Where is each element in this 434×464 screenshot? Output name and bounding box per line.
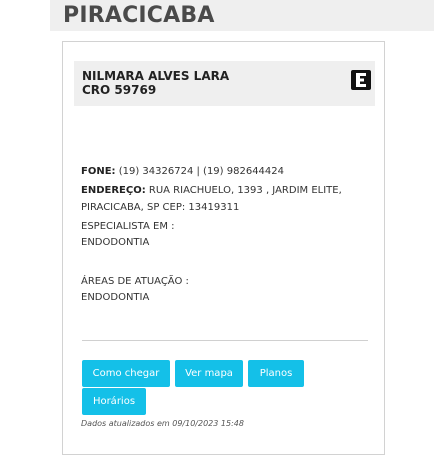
specialist-label: ESPECIALISTA EM : [81,221,175,232]
phone-row: FONE: (19) 34326724 | (19) 982644424 [81,164,284,180]
areas-label: ÁREAS DE ATUAÇÃO : [81,276,189,287]
city-header: PIRACICABA [50,0,434,31]
dentist-card: NILMARA ALVES LARA CRO 59769 FONE: (19) … [62,41,385,455]
planos-button[interactable]: Planos [248,360,304,387]
ver-mapa-button[interactable]: Ver mapa [175,360,243,387]
address-row: ENDEREÇO: RUA RIACHUELO, 1393 , JARDIM E… [81,183,342,199]
address-line1: RUA RIACHUELO, 1393 , JARDIM ELITE, [145,185,342,196]
address-line2: PIRACICABA, SP CEP: 13419311 [81,202,240,213]
e-logo-icon [351,70,371,90]
dentist-cro: CRO 59769 [82,83,157,97]
horarios-button[interactable]: Horários [82,388,146,415]
updated-text: Dados atualizados em 09/10/2023 15:48 [81,419,244,428]
phone-value: (19) 34326724 | (19) 982644424 [115,166,285,177]
dentist-name: NILMARA ALVES LARA [82,69,230,83]
phone-label: FONE: [81,166,116,177]
specialist-value: ENDODONTIA [81,237,150,248]
address-label: ENDEREÇO: [81,185,146,196]
dentist-name-box: NILMARA ALVES LARA CRO 59769 [74,61,375,106]
areas-value: ENDODONTIA [81,292,150,303]
divider [82,340,368,341]
como-chegar-button[interactable]: Como chegar [82,360,170,387]
city-title: PIRACICABA [63,3,215,28]
